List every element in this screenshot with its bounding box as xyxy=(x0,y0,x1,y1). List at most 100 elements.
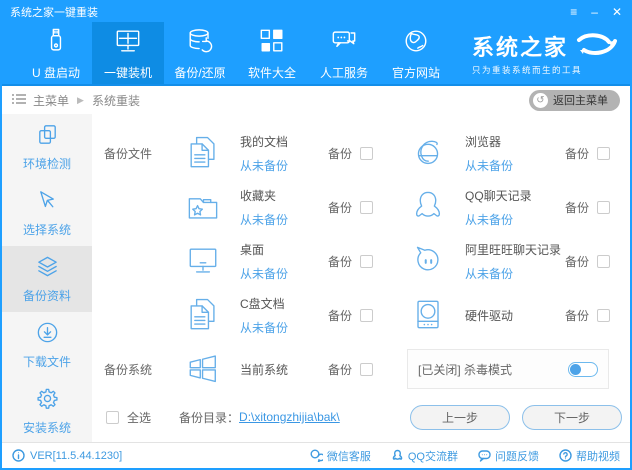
backup-checkbox-label: 备份 xyxy=(564,200,589,215)
version-info: VER[11.5.44.1230] xyxy=(12,449,122,462)
nav-item-label: 一键装机 xyxy=(103,66,152,80)
nav-item-label: 软件大全 xyxy=(247,66,296,80)
titlebar: 系统之家一键重装 ≡ – ✕ xyxy=(2,2,630,22)
sidebar-item-env-check[interactable]: 环境检测 xyxy=(2,114,92,180)
status-bar: VER[11.5.44.1230] 微信客服 QQ交流群 问题反馈 帮助视频 xyxy=(2,442,630,468)
nav-item-label: 官方网站 xyxy=(391,66,440,80)
backup-checkbox-label: 备份 xyxy=(327,362,352,377)
backup-checkbox-favorites[interactable] xyxy=(360,200,373,214)
sidebar: 环境检测 选择系统 备份资料 下载文件 安装系统 xyxy=(2,114,92,442)
backup-checkbox-desktop[interactable] xyxy=(360,254,373,268)
globe-icon xyxy=(400,25,432,60)
backup-checkbox-my-documents[interactable] xyxy=(360,146,373,160)
backup-checkbox-c-drive-docs[interactable] xyxy=(360,308,373,322)
sidebar-item-select-system[interactable]: 选择系统 xyxy=(2,180,92,246)
backup-system-row: 备份系统 当前系统 备份 [已关闭] 杀毒模式 xyxy=(92,342,630,396)
menu-icon[interactable]: ≡ xyxy=(570,4,577,20)
nav-item-usb-boot[interactable]: U 盘启动 xyxy=(20,22,92,84)
backup-item-qq-history: QQ聊天记录 从未备份 备份 xyxy=(393,186,630,228)
backup-row: 桌面 从未备份 备份 阿里旺旺聊天记录 从未备份 备份 xyxy=(92,234,630,288)
backup-item-desktop: 桌面 从未备份 备份 xyxy=(156,240,393,282)
breadcrumb-root[interactable]: 主菜单 xyxy=(33,92,69,109)
sidebar-item-label: 安装系统 xyxy=(22,421,71,435)
wechat-support-link[interactable]: 微信客服 xyxy=(310,448,371,464)
folder-star-icon xyxy=(182,186,224,228)
version-text: VER[11.5.44.1230] xyxy=(30,449,123,462)
backup-item-c-drive-docs: C盘文档 从未备份 备份 xyxy=(156,294,393,336)
nav-item-label: 人工服务 xyxy=(319,66,368,80)
nav-item-label: U 盘启动 xyxy=(31,66,80,80)
minimize-icon[interactable]: – xyxy=(591,4,598,20)
backup-checkbox-label: 备份 xyxy=(564,254,589,269)
app-window: 系统之家一键重装 ≡ – ✕ U 盘启动 一键装机 备份/还原 软件大全 人工服… xyxy=(0,0,632,470)
sidebar-item-install-system[interactable]: 安装系统 xyxy=(2,378,92,444)
backup-checkbox-label: 备份 xyxy=(327,146,352,161)
back-arrow-icon: ↺ xyxy=(533,92,548,108)
apps-grid-icon xyxy=(256,25,288,60)
documents-icon xyxy=(182,294,224,336)
backup-checkbox-label: 备份 xyxy=(327,254,352,269)
backup-item-title: 收藏夹 xyxy=(240,188,277,203)
sidebar-item-download-files[interactable]: 下载文件 xyxy=(2,312,92,378)
usb-icon xyxy=(40,25,72,60)
toggle-knob xyxy=(570,363,581,375)
nav-item-one-key-install[interactable]: 一键装机 xyxy=(92,22,164,84)
back-button-label: 返回主菜单 xyxy=(553,95,608,107)
help-videos-link[interactable]: 帮助视频 xyxy=(559,448,620,464)
nav-item-website[interactable]: 官方网站 xyxy=(380,22,452,84)
qq-icon xyxy=(392,449,403,460)
backup-item-browser: 浏览器 从未备份 备份 xyxy=(393,132,630,174)
section-label-backup-system: 备份系统 xyxy=(104,362,153,377)
nav-item-label: 备份/还原 xyxy=(174,66,226,80)
backup-row: 收藏夹从未备份 备份 QQ聊天记录 从未备份 备份 xyxy=(92,180,630,234)
nav-item-service[interactable]: 人工服务 xyxy=(308,22,380,84)
browser-icon xyxy=(407,132,449,174)
backup-item-hardware-drivers: 硬件驱动 备份 xyxy=(393,294,630,336)
backup-checkbox-wangwang[interactable] xyxy=(597,254,610,268)
sidebar-item-backup-data[interactable]: 备份资料 xyxy=(2,246,92,312)
backup-checkbox-browser[interactable] xyxy=(597,146,610,160)
feedback-bubble-icon xyxy=(478,450,491,462)
sidebar-item-label: 环境检测 xyxy=(22,157,71,171)
nav-item-software[interactable]: 软件大全 xyxy=(236,22,308,84)
chat-service-icon xyxy=(328,25,360,60)
backup-row: 备份文件 我的文档 从未备份 备份 浏览器 从未备份 备份 xyxy=(92,126,630,180)
backup-checkbox-qq-history[interactable] xyxy=(597,200,610,214)
top-nav: U 盘启动 一键装机 备份/还原 软件大全 人工服务 官方网站 系统之家 只为重… xyxy=(2,22,630,86)
help-circle-icon xyxy=(559,449,572,462)
backup-item-status: 从未备份 xyxy=(240,158,289,173)
select-all-checkbox[interactable] xyxy=(106,410,119,424)
backup-item-title: 阿里旺旺聊天记录 xyxy=(465,242,562,257)
close-icon[interactable]: ✕ xyxy=(612,4,622,20)
layers-icon xyxy=(35,254,60,282)
backup-item-title: C盘文档 xyxy=(240,296,285,311)
brand-title: 系统之家 xyxy=(471,35,568,60)
backup-item-status: 从未备份 xyxy=(465,212,514,227)
backup-dir-label: 备份目录： xyxy=(179,410,240,425)
antivirus-mode-box: [已关闭] 杀毒模式 xyxy=(407,349,609,389)
backup-item-status: 从未备份 xyxy=(240,212,289,227)
backup-checkbox-current-system[interactable] xyxy=(360,362,373,376)
antivirus-mode-toggle[interactable] xyxy=(568,361,598,377)
sidebar-item-label: 下载文件 xyxy=(22,355,71,369)
backup-checkbox-hardware-drivers[interactable] xyxy=(597,308,610,322)
feedback-link[interactable]: 问题反馈 xyxy=(478,448,539,464)
select-all-label: 全选 xyxy=(127,410,152,425)
back-to-main-menu-button[interactable]: ↺ 返回主菜单 xyxy=(529,89,620,111)
next-step-button[interactable]: 下一步 xyxy=(522,404,622,430)
backup-item-title: 当前系统 xyxy=(240,362,289,377)
brand-logo: 系统之家 只为重装系统而生的工具 xyxy=(472,22,620,84)
monitor-windows-icon xyxy=(112,25,144,60)
cursor-icon xyxy=(35,188,60,216)
brand-tagline: 只为重装系统而生的工具 xyxy=(471,65,582,75)
backup-item-current-system: 当前系统 备份 xyxy=(156,348,393,390)
backup-dir-link[interactable]: D:\xitongzhijia\bak\ xyxy=(239,410,340,424)
previous-step-button[interactable]: 上一步 xyxy=(410,404,510,430)
nav-item-backup-restore[interactable]: 备份/还原 xyxy=(164,22,236,84)
hardware-drive-icon xyxy=(407,294,449,336)
breadcrumb-current: 系统重装 xyxy=(91,93,140,108)
info-icon xyxy=(12,449,25,462)
qq-group-link[interactable]: QQ交流群 xyxy=(391,448,458,464)
documents-icon xyxy=(182,132,224,174)
backup-checkbox-label: 备份 xyxy=(564,308,589,323)
